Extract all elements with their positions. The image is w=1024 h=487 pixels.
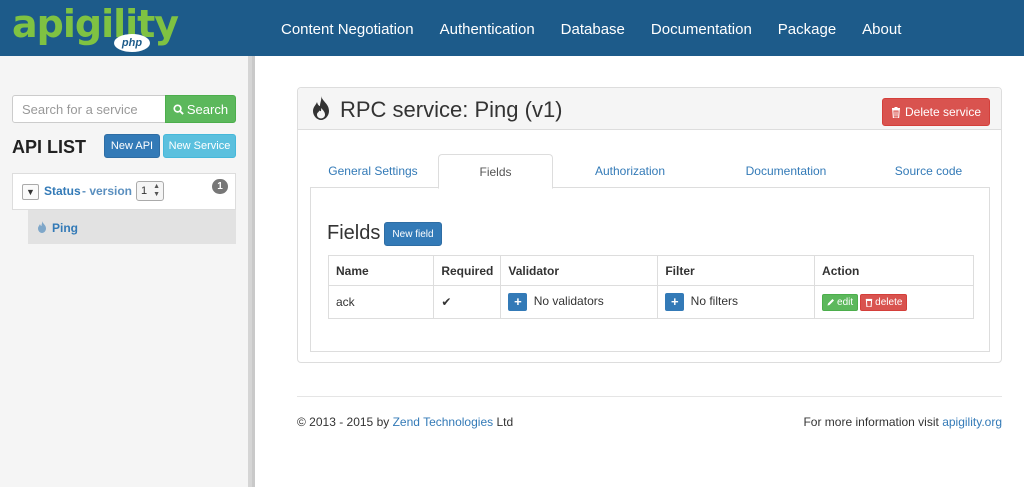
main-nav: Content Negotiation Authentication Datab… [268,0,914,56]
tab-authorization[interactable]: Authorization [555,154,705,188]
apigility-logo[interactable]: apigility php [12,2,179,52]
add-validator-button[interactable]: + [508,293,528,311]
service-panel: RPC service: Ping (v1) Delete service Ge… [297,87,1002,363]
column-header-validator: Validator [500,255,659,286]
version-value: 1 [141,185,148,197]
trash-icon [891,106,900,118]
delete-label: delete [875,296,903,308]
version-select[interactable]: 1 ▲ ▼ [136,181,164,201]
pencil-icon [827,299,835,306]
nav-package[interactable]: Package [765,0,849,56]
validator-text: No validators [533,294,604,309]
column-header-required: Required [433,255,502,286]
more-info-text: For more information visit [803,415,939,429]
new-api-button[interactable]: New API [104,134,160,158]
nav-documentation[interactable]: Documentation [638,0,765,56]
search-button[interactable]: Search [165,95,236,123]
table-row: ack ✔ + No validators + No filters edit [327,285,974,319]
api-item-status[interactable]: ▼ Status - version 1 ▲ ▼ 1 [12,173,236,210]
footer-divider [297,396,1002,397]
chevron-down-icon[interactable]: ▼ [22,184,39,200]
top-navbar: apigility php Content Negotiation Authen… [0,0,1024,56]
column-header-filter: Filter [657,255,816,286]
footer-more-info: For more information visit apigility.org [803,415,1002,429]
service-count-badge: 1 [212,179,228,194]
zend-link[interactable]: Zend Technologies [393,415,494,429]
search-input[interactable] [12,95,166,123]
copyright-suffix: Ltd [496,415,514,429]
field-validator-cell: + No validators [500,285,659,319]
nav-content-negotiation[interactable]: Content Negotiation [268,0,427,56]
sidebar-divider [252,56,255,487]
field-action-cell: edit delete [814,285,974,319]
field-required-cell: ✔ [433,285,502,319]
search-button-label: Search [186,101,229,117]
delete-service-label: Delete service [904,105,982,119]
api-version-label: - version [82,184,133,198]
select-arrows-icon: ▲ ▼ [153,183,160,198]
flame-icon [310,96,332,123]
logo-php-badge: php [114,34,150,52]
edit-field-button[interactable]: edit [822,293,859,311]
logo-text: apigility [12,2,179,46]
api-list-title: API LIST [12,137,87,157]
nav-database[interactable]: Database [548,0,638,56]
field-filter-cell: + No filters [657,285,816,319]
apigility-site-link[interactable]: apigility.org [942,415,1002,429]
flame-icon [37,221,47,236]
new-service-button[interactable]: New Service [163,134,236,158]
tab-documentation[interactable]: Documentation [707,154,865,188]
nav-authentication[interactable]: Authentication [427,0,548,56]
add-filter-button[interactable]: + [665,293,685,311]
trash-icon [865,298,873,307]
delete-service-button[interactable]: Delete service [882,98,990,126]
column-header-action: Action [814,255,974,286]
service-tabs: General Settings Fields Authorization Do… [310,154,990,189]
copyright-prefix: © 2013 - 2015 by [297,415,390,429]
api-name[interactable]: Status [44,184,81,198]
sidebar: Search API LIST New API New Service ▼ St… [0,56,252,487]
edit-label: edit [837,296,854,308]
fields-heading: Fields [327,222,381,244]
column-header-name: Name [327,255,435,286]
tab-general-settings[interactable]: General Settings [310,154,436,188]
tab-source-code[interactable]: Source code [867,154,990,188]
tab-fields[interactable]: Fields [438,154,553,189]
fields-table: Name Required Validator Filter Action ac… [327,255,974,319]
panel-heading: RPC service: Ping (v1) Delete service [298,88,1001,130]
search-icon [173,103,184,115]
filter-text: No filters [690,294,739,309]
delete-field-button[interactable]: delete [860,293,908,311]
footer-copyright: © 2013 - 2015 by Zend Technologies Ltd [297,415,513,429]
page-title: RPC service: Ping (v1) [340,97,563,122]
checkmark-icon: ✔ [441,295,452,309]
field-name-cell: ack [327,285,435,319]
service-item-ping[interactable]: Ping [28,210,236,244]
fields-tab-content: Fields New field Name Required Validator… [310,188,990,352]
nav-about[interactable]: About [849,0,914,56]
table-header-row: Name Required Validator Filter Action [327,255,974,286]
service-name: Ping [52,221,78,235]
new-field-button[interactable]: New field [384,222,442,246]
